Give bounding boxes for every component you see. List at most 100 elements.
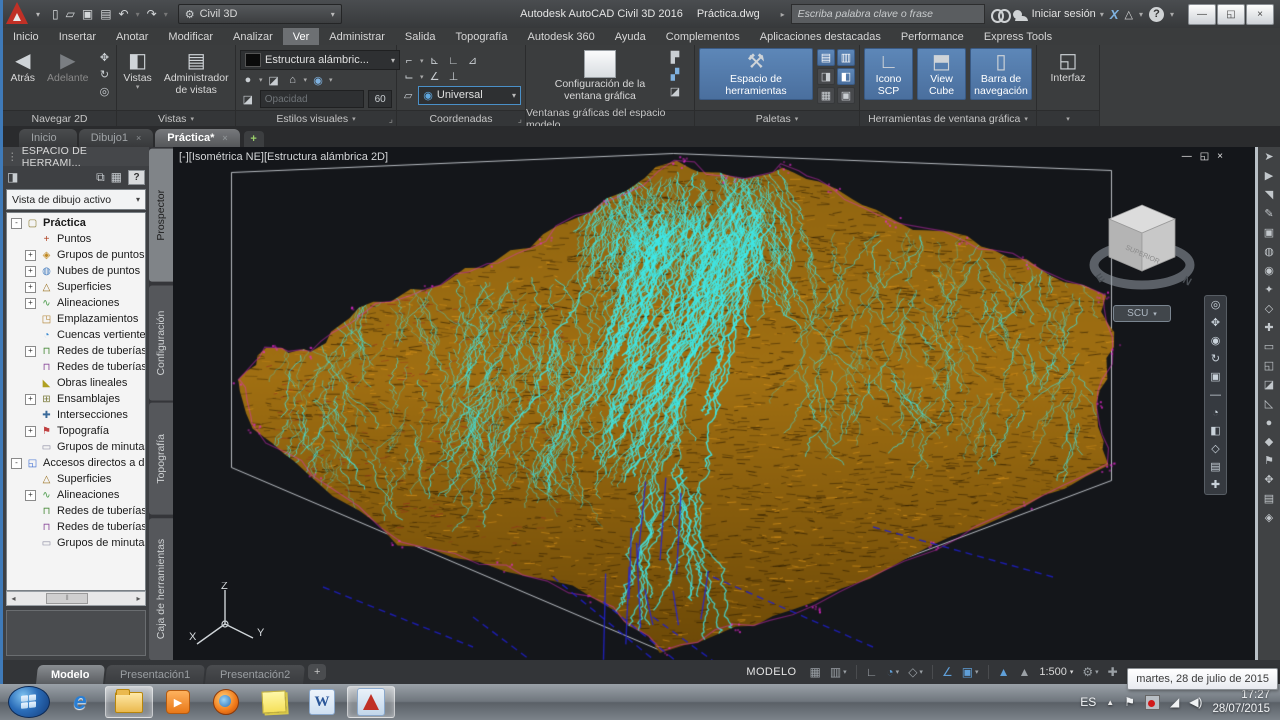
redo-icon[interactable]: ↷ — [147, 7, 157, 21]
ucs-origin-icon[interactable]: ⌙ — [401, 70, 417, 84]
save-icon[interactable]: ▣ — [82, 7, 93, 21]
brush-icon[interactable]: ◆ — [1265, 436, 1273, 448]
designcenter-icon[interactable]: ◧ — [837, 68, 855, 85]
tree-item[interactable]: + ∿ Alineaciones — [7, 487, 145, 503]
ribbon-tab[interactable]: Anotar — [106, 28, 158, 45]
layout-tab[interactable]: Presentación1 — [105, 665, 205, 684]
exchange-apps-icon[interactable]: X — [1110, 7, 1119, 22]
views-button[interactable]: ◧ Vistas ▾ — [119, 48, 155, 94]
full-navigation-wheel-icon[interactable]: ◎ — [1211, 299, 1221, 311]
tree-horizontal-scrollbar[interactable]: ◂ ⦀ ▸ — [6, 591, 146, 606]
close-button[interactable]: × — [1246, 4, 1274, 25]
nav-sep[interactable]: — — [1210, 389, 1221, 401]
undo-caret-icon[interactable]: ▾ — [136, 10, 140, 19]
infocenter-arrow-icon[interactable]: ▸ — [781, 10, 785, 19]
expand-toggle[interactable]: + — [25, 282, 36, 293]
ucs-z-icon[interactable]: ∠ — [427, 70, 443, 84]
zoom-extents-icon[interactable]: ◉ — [1211, 335, 1221, 347]
diamond-icon[interactable]: ◈ — [1265, 512, 1273, 524]
osnap-3d-icon[interactable]: ▣▾ — [962, 665, 979, 679]
taskbar-media-player[interactable]: ▶ — [155, 687, 201, 717]
pan-icon[interactable]: ✥ — [96, 50, 112, 64]
expand-toggle[interactable]: + — [25, 394, 36, 405]
viewcube-toggle[interactable]: ⬒ View Cube — [917, 48, 966, 100]
ucs-icon[interactable]: ⌐ — [401, 54, 417, 68]
settings-gear-icon[interactable]: ⚙▾ — [1082, 665, 1098, 679]
ribbon-tab[interactable]: Topografía — [446, 28, 518, 45]
model-paper-toggle[interactable]: MODELO — [742, 664, 800, 680]
cursor-icon[interactable]: ◥ — [1265, 189, 1273, 201]
opacity-slider[interactable]: Opacidad — [260, 90, 365, 108]
taskbar-internet-explorer[interactable]: e — [57, 687, 103, 717]
tree-item[interactable]: ▭ Grupos de minutas — [7, 439, 145, 455]
viewcube[interactable]: E N SUPERIOR — [1087, 187, 1197, 307]
viewport-controls-label[interactable]: [-][Isométrica NE][Estructura alámbrica … — [179, 151, 388, 163]
ucs-world-icon[interactable]: ⊾ — [427, 54, 443, 68]
poly-icon[interactable]: ◪ — [1264, 379, 1274, 391]
scrollbar-thumb[interactable]: ⦀ — [46, 593, 88, 604]
toolspace-tab[interactable]: Configuración — [149, 285, 173, 400]
visual-style-dropdown[interactable]: Estructura alámbric... ▾ — [240, 50, 400, 70]
rect-icon[interactable]: ▭ — [1264, 341, 1274, 353]
tree-item[interactable]: - ◱ Accesos directos a dat... — [7, 455, 145, 471]
expand-toggle[interactable]: + — [25, 298, 36, 309]
orbit-icon[interactable]: ↻ — [96, 67, 112, 81]
ortho-toggle-icon[interactable]: ∟ — [866, 665, 878, 679]
opacity-value[interactable]: 60 — [368, 90, 392, 108]
item-view-icon[interactable]: ⧉ — [96, 170, 105, 185]
restore-button[interactable]: ◱ — [1217, 4, 1245, 25]
ribbon-tab[interactable]: Salida — [395, 28, 446, 45]
sphere-style-icon[interactable]: ● — [240, 73, 256, 87]
star-icon[interactable]: ✦ — [1264, 284, 1273, 296]
nav-tool-icon[interactable]: ▤ — [1210, 461, 1220, 473]
taskbar-word[interactable]: W — [299, 687, 345, 717]
interface-button[interactable]: ◱ Interfaz — [1046, 48, 1089, 86]
tree-item[interactable]: + ◈ Grupos de puntos — [7, 247, 145, 263]
nav-tool-icon[interactable]: ✚ — [1211, 479, 1220, 491]
globe-icon[interactable]: ◉ — [1264, 265, 1274, 277]
layout-tab[interactable]: Presentación2 — [205, 665, 305, 684]
action-flag-icon[interactable]: ⚑ — [1124, 695, 1135, 709]
ribbon-tab[interactable]: Complementos — [656, 28, 750, 45]
tree-item[interactable]: △ Superficies — [7, 471, 145, 487]
help-icon[interactable]: ? — [128, 170, 145, 185]
expand-toggle[interactable]: + — [25, 266, 36, 277]
viewcube-ucs-menu[interactable]: SCU▾ — [1113, 305, 1171, 322]
globe-style-icon[interactable]: ◉ — [310, 73, 326, 87]
vp-restore-icon[interactable]: ◱ — [1200, 151, 1209, 162]
tree-item[interactable]: ◔ Cuencas vertientes — [7, 327, 145, 343]
print-icon[interactable]: ▤ — [100, 7, 111, 21]
redo-caret-icon[interactable]: ▾ — [164, 10, 168, 19]
ribbon-tab[interactable]: Inicio — [3, 28, 49, 45]
polar-tracking-icon[interactable]: ◔▾ — [886, 665, 899, 679]
taskbar-sticky-notes[interactable] — [251, 687, 297, 717]
search-binoculars-icon[interactable] — [991, 8, 1007, 20]
ribbon-tab[interactable]: Analizar — [223, 28, 283, 45]
panel-label[interactable]: ▾ — [1037, 110, 1099, 126]
panel-label[interactable]: Coordenadas⌟ — [397, 110, 525, 126]
zoom-icon[interactable]: ◎ — [96, 84, 112, 98]
scroll-right-icon[interactable]: ▸ — [132, 594, 145, 603]
bucket-icon[interactable]: ● — [1266, 417, 1273, 429]
toolspace-tab[interactable]: Caja de herramientas — [149, 518, 173, 660]
nav-tool-icon[interactable]: ◧ — [1210, 425, 1220, 437]
drawing-viewport[interactable]: [-][Isométrica NE][Estructura alámbrica … — [173, 147, 1255, 660]
panel-label[interactable]: Navegar 2D — [3, 110, 116, 126]
calculator-icon[interactable]: ▦ — [817, 87, 835, 104]
nav-tool-icon[interactable]: ◇ — [1211, 443, 1219, 455]
expand-toggle[interactable]: - — [11, 218, 22, 229]
undo-icon[interactable]: ↶ — [119, 7, 129, 21]
vp-restore-icon[interactable]: ▞ — [667, 67, 683, 81]
osnap-toggle-icon[interactable]: ∠ — [942, 665, 953, 679]
network-icon[interactable]: ◢ — [1170, 695, 1179, 709]
tree-item[interactable]: ✚ Intersecciones — [7, 407, 145, 423]
viewport-config-button[interactable]: Configuración de la ventana gráfica — [537, 48, 663, 104]
search-input[interactable]: Escriba palabra clave o frase — [791, 4, 985, 24]
vp-minimize-icon[interactable]: — — [1182, 151, 1192, 162]
grid-toggle-icon[interactable]: ▦ — [809, 665, 820, 679]
showmotion-icon[interactable]: ▣ — [1210, 371, 1220, 383]
expand-toggle[interactable]: + — [25, 346, 36, 357]
open-icon[interactable]: ▱ — [66, 7, 75, 21]
minimize-button[interactable]: — — [1188, 4, 1216, 25]
expand-toggle[interactable]: + — [25, 250, 36, 261]
